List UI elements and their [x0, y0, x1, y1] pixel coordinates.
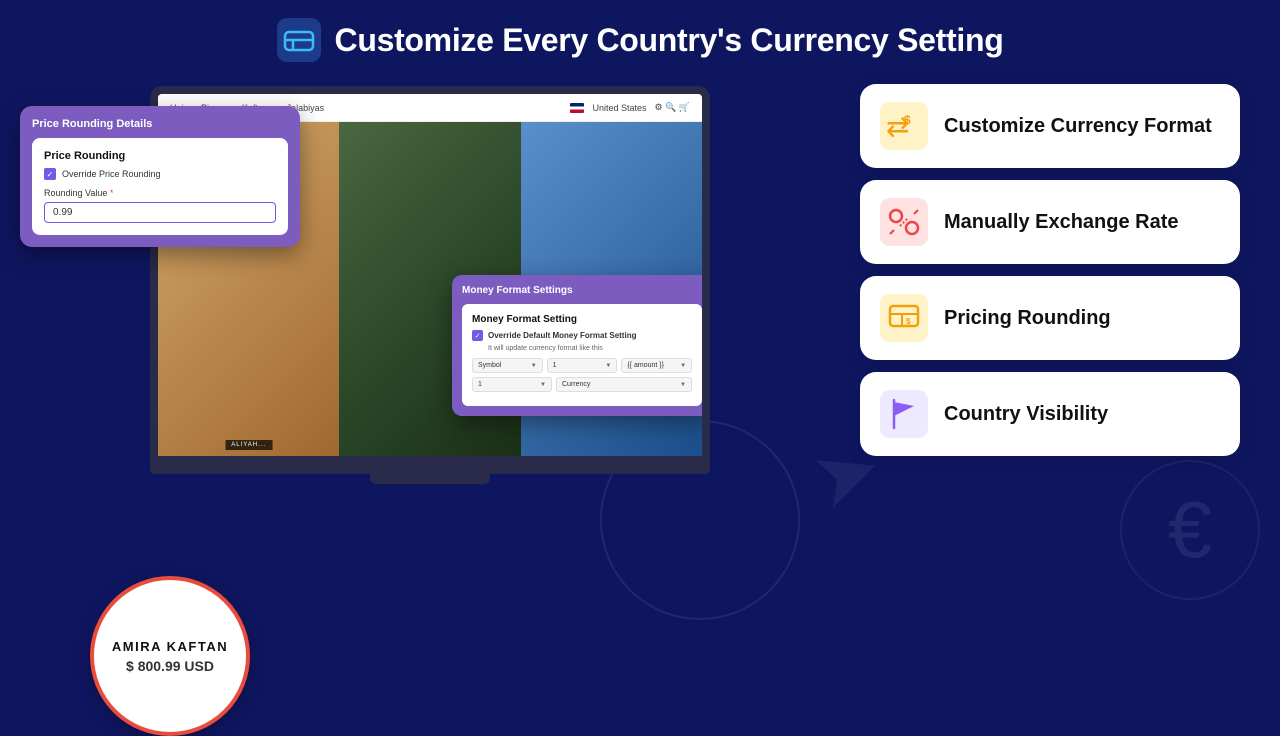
main-layout: Price Rounding Details Price Rounding ✓ …	[0, 76, 1280, 706]
product-1-label: ALIYAH...	[225, 440, 272, 450]
feature-card-pricing-rounding[interactable]: $ Pricing Rounding	[860, 276, 1240, 360]
feature-title-currency-format: Customize Currency Format	[944, 114, 1212, 138]
feature-title-exchange-rate: Manually Exchange Rate	[944, 210, 1179, 234]
number-select[interactable]: 1 ▼	[547, 358, 618, 373]
price-callout-circle: AMIRA KAFTAN $ 800.99 USD	[90, 576, 250, 736]
circle-product-name: AMIRA KAFTAN	[112, 639, 228, 654]
exchange-rate-icon	[880, 198, 928, 246]
price-rounding-card: Price Rounding Details Price Rounding ✓ …	[20, 106, 300, 247]
mfc-row-2: 1 ▼ Currency ▼	[472, 377, 692, 392]
mfc-body: Money Format Setting ✓ Override Default …	[462, 304, 702, 406]
number2-select[interactable]: 1 ▼	[472, 377, 552, 392]
mfc-row-1: Symbol ▼ 1 ▼ {{ amount }} ▼	[472, 358, 692, 373]
mfc-header: Money Format Settings	[462, 285, 702, 296]
left-section: Price Rounding Details Price Rounding ✓ …	[40, 76, 820, 706]
flag-icon-store	[570, 103, 584, 113]
flag-icon-feature	[880, 390, 928, 438]
feature-title-country-visibility: Country Visibility	[944, 402, 1108, 426]
store-region: United States	[592, 103, 646, 113]
mfc-title: Money Format Setting	[472, 314, 692, 325]
circle-price: $ 800.99 USD	[126, 658, 214, 674]
amount-select[interactable]: {{ amount }} ▼	[621, 358, 692, 373]
rounding-value-input[interactable]: 0.99	[44, 202, 276, 223]
right-section: ⇄ $ Customize Currency Format Manually E…	[860, 76, 1240, 706]
bg-circle-2: €	[1120, 460, 1260, 600]
feature-card-exchange-rate[interactable]: Manually Exchange Rate	[860, 180, 1240, 264]
prc-input-label: Rounding Value *	[44, 188, 276, 198]
laptop-stand	[370, 474, 490, 484]
feature-card-currency-format[interactable]: ⇄ $ Customize Currency Format	[860, 84, 1240, 168]
header: Customize Every Country's Currency Setti…	[0, 0, 1280, 76]
override-price-rounding-checkbox[interactable]: ✓	[44, 168, 56, 180]
currency-select[interactable]: Currency ▼	[556, 377, 692, 392]
laptop-base	[150, 456, 710, 474]
prc-body: Price Rounding ✓ Override Price Rounding…	[32, 138, 288, 235]
store-nav-right: United States ⚙ 🔍 🛒	[570, 102, 690, 113]
override-money-format-checkbox[interactable]: ✓	[472, 330, 483, 341]
feature-card-country-visibility[interactable]: Country Visibility	[860, 372, 1240, 456]
svg-text:$: $	[904, 113, 911, 127]
prc-checkbox-row: ✓ Override Price Rounding	[44, 168, 276, 180]
prc-header: Price Rounding Details	[32, 118, 288, 130]
mfc-checkbox-label: Override Default Money Format Setting	[488, 331, 636, 340]
currency-exchange-icon: ⇄ $	[880, 102, 928, 150]
money-format-card: Money Format Settings Money Format Setti…	[452, 275, 710, 416]
feature-title-pricing-rounding: Pricing Rounding	[944, 306, 1111, 330]
app-icon	[277, 18, 321, 62]
symbol-select[interactable]: Symbol ▼	[472, 358, 543, 373]
header-title: Customize Every Country's Currency Setti…	[335, 22, 1004, 59]
mfc-checkbox-row: ✓ Override Default Money Format Setting	[472, 330, 692, 341]
store-icons: ⚙ 🔍 🛒	[655, 102, 690, 113]
mfc-hint: It will update currency format like this	[488, 345, 692, 352]
prc-checkbox-label: Override Price Rounding	[62, 169, 161, 179]
pricing-rounding-icon: $	[880, 294, 928, 342]
prc-title: Price Rounding	[44, 150, 276, 162]
svg-text:$: $	[906, 317, 911, 326]
